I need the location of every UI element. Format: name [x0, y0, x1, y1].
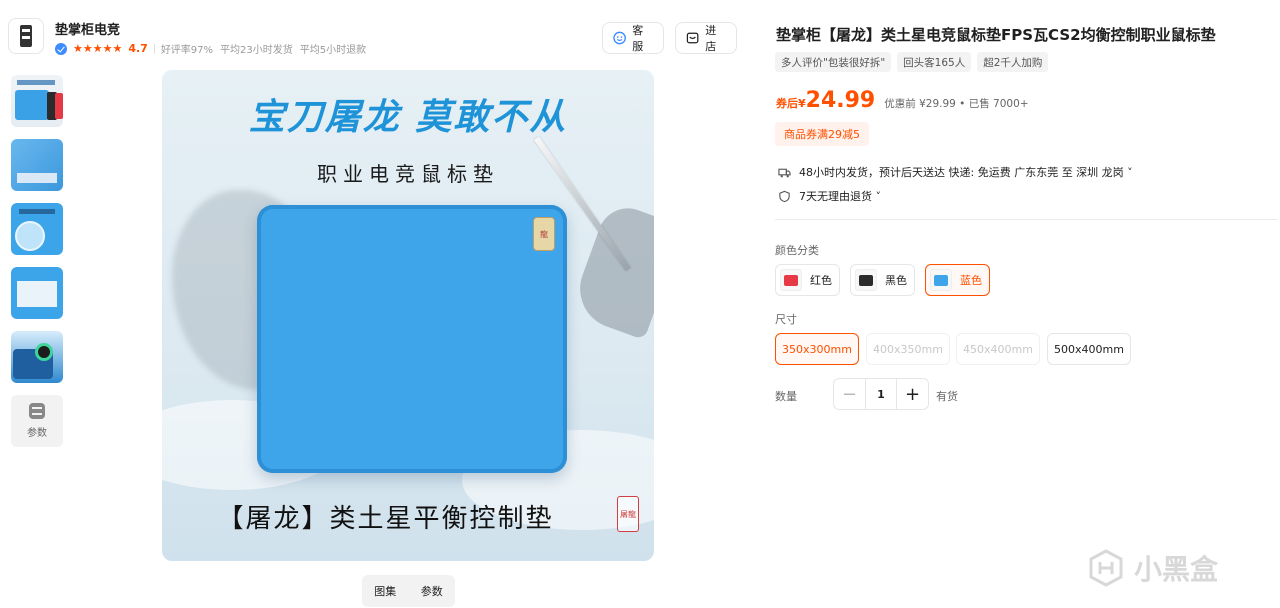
return-policy[interactable]: 7天无理由退货 ˅	[778, 188, 881, 204]
shipping-info[interactable]: 48小时内发货，预计后天送达 快递: 免运费 广东东莞 至 深圳 龙岗 ˅	[778, 164, 1133, 180]
quantity-label: 数量	[775, 390, 797, 403]
shop-logo[interactable]	[8, 18, 44, 54]
params-thumbnail-label: 参数	[27, 428, 47, 439]
product-title: 垫掌柜【屠龙】类土星电竞鼠标垫FPS瓦CS2均衡控制职业鼠标垫	[776, 26, 1216, 44]
rating-stars: ★★★★★	[73, 42, 123, 55]
quantity-decrease-button[interactable]: −	[834, 379, 865, 409]
shop-icon	[686, 32, 699, 44]
pad-brand-logo: 龍	[533, 217, 555, 251]
color-swatch	[855, 269, 877, 291]
tag-cart-count: 超2千人加购	[977, 52, 1049, 72]
positive-rate: 好评率97%	[160, 45, 214, 56]
quantity-stepper: − 1 +	[833, 378, 929, 410]
color-option-label: 蓝色	[960, 274, 982, 287]
hand-illustration	[568, 199, 654, 341]
smile-chat-icon	[613, 31, 626, 45]
image-subtitle: 职业电竞鼠标垫	[317, 162, 499, 186]
watermark: 小黑盒	[1086, 548, 1218, 588]
product-tags: 多人评价"包装很好拆" 回头客165人 超2千人加购	[775, 52, 1049, 72]
customer-service-label: 客服	[632, 24, 644, 53]
verified-icon	[55, 42, 67, 55]
params-thumbnail[interactable]: 参数	[11, 395, 63, 447]
quantity-increase-button[interactable]: +	[897, 379, 928, 409]
color-option-label: 红色	[810, 274, 832, 287]
gallery-thumbnail[interactable]	[11, 75, 63, 127]
gallery-tabs: 图集 参数	[362, 575, 455, 607]
color-option-blue[interactable]: 蓝色	[925, 264, 990, 296]
watermark-text: 小黑盒	[1134, 553, 1219, 586]
avg-ship-time: 平均23小时发货	[220, 45, 293, 56]
red-seal-stamp: 屠龍	[617, 496, 639, 532]
tab-params[interactable]: 参数	[421, 583, 443, 599]
color-swatch	[780, 269, 802, 291]
image-bottom-title: 【屠龙】类土星平衡控制垫	[217, 504, 554, 534]
shipping-text: 48小时内发货，预计后天送达 快递: 免运费 广东东莞 至 深圳 龙岗 ˅	[799, 166, 1133, 179]
enter-shop-label: 进店	[705, 24, 717, 53]
color-option-red[interactable]: 红色	[775, 264, 840, 296]
gallery-thumbnail[interactable]	[11, 139, 63, 191]
size-section-label: 尺寸	[775, 313, 797, 326]
coupon-badge[interactable]: 商品券满29减5	[775, 122, 869, 146]
sliders-icon	[29, 403, 45, 419]
color-swatch	[930, 269, 952, 291]
price-row: 券后¥ 24.99 优惠前 ¥29.99 • 已售 7000+	[776, 88, 1029, 113]
size-option[interactable]: 350x300mm	[775, 333, 859, 365]
color-option-label: 黑色	[885, 274, 907, 287]
section-divider	[775, 219, 1278, 220]
quantity-input[interactable]: 1	[865, 379, 897, 409]
price-value: 24.99	[805, 88, 876, 113]
size-option[interactable]: 450x400mm	[956, 333, 1040, 365]
price-info: 优惠前 ¥29.99 • 已售 7000+	[884, 98, 1029, 110]
enter-shop-button[interactable]: 进店	[675, 22, 737, 54]
return-policy-text: 7天无理由退货 ˅	[799, 190, 881, 203]
truck-icon	[778, 168, 791, 177]
main-product-image[interactable]: 宝刀屠龙 莫敢不从 职业电竞鼠标垫 龍 【屠龙】类土星平衡控制垫 屠龍	[162, 70, 654, 561]
shield-icon	[779, 190, 790, 202]
avg-refund-time: 平均5小时退款	[299, 45, 367, 56]
image-slogan: 宝刀屠龙 莫敢不从	[248, 96, 568, 138]
gallery-thumbnail[interactable]	[11, 267, 63, 319]
heybox-logo-icon	[1089, 549, 1123, 587]
shop-name[interactable]: 垫掌柜电竞	[55, 19, 120, 38]
shop-rating: 4.7	[128, 42, 148, 55]
stock-status: 有货	[936, 390, 958, 403]
gallery-thumbnail[interactable]	[11, 203, 63, 255]
shop-meta: ★★★★★ 4.7 好评率97% 平均23小时发货 平均5小时退款	[55, 41, 373, 56]
tag-review[interactable]: 多人评价"包装很好拆"	[775, 52, 892, 72]
tag-repeat-customers: 回头客165人	[897, 52, 972, 72]
price-prefix: 券后¥	[776, 97, 806, 110]
shop-logo-image	[20, 25, 32, 47]
customer-service-button[interactable]: 客服	[602, 22, 664, 54]
size-option[interactable]: 500x400mm	[1047, 333, 1131, 365]
mousepad-photo: 龍	[257, 205, 567, 473]
color-section-label: 颜色分类	[775, 244, 819, 257]
meta-divider	[153, 43, 155, 54]
size-option[interactable]: 400x350mm	[866, 333, 950, 365]
tab-gallery[interactable]: 图集	[374, 583, 396, 599]
color-option-black[interactable]: 黑色	[850, 264, 915, 296]
gallery-thumbnail[interactable]	[11, 331, 63, 383]
